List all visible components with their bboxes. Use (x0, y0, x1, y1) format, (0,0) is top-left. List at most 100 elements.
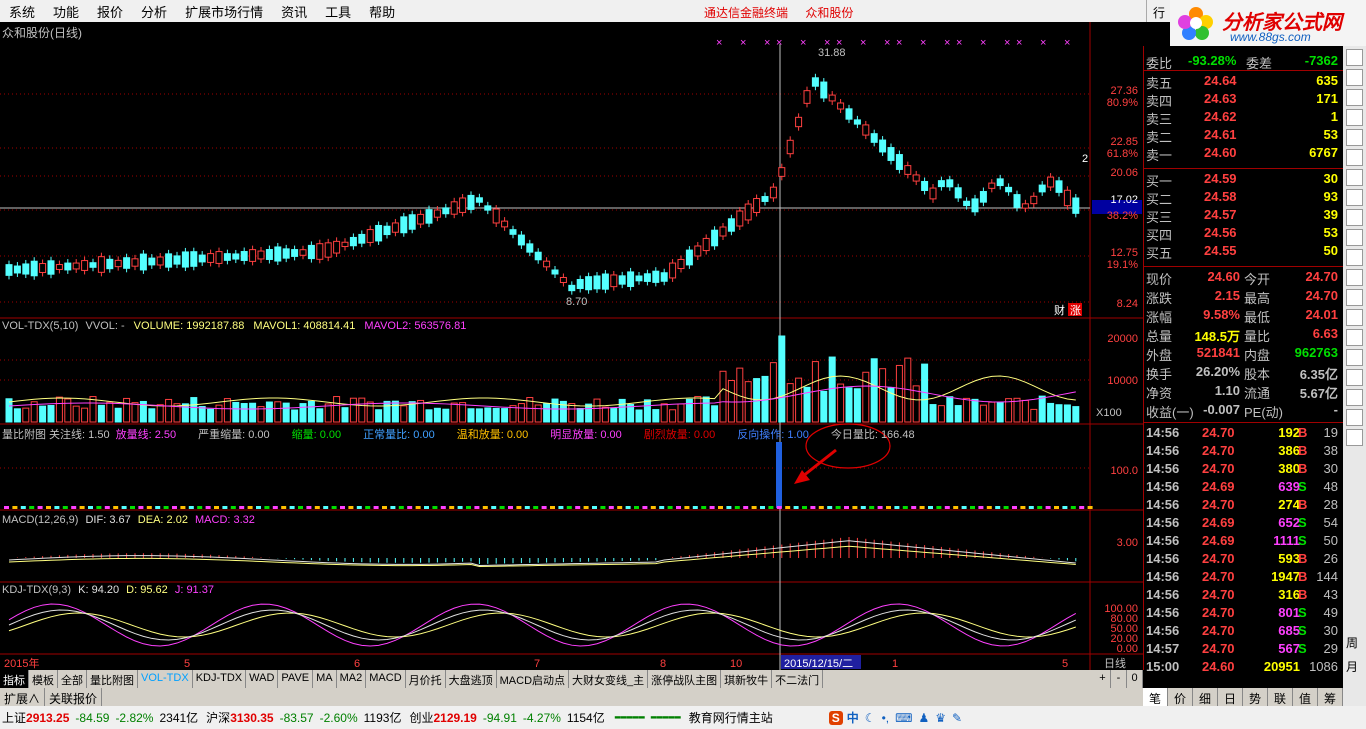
side-tool-icon[interactable] (1346, 229, 1363, 246)
side-tool-icon[interactable] (1346, 109, 1363, 126)
keyboard-icon[interactable]: ⌨ (895, 711, 912, 725)
indicator-tab[interactable]: 全部 (58, 670, 87, 688)
stat-label2: 最高 (1244, 291, 1271, 306)
indicator-tab[interactable]: 琪新牧牛 (721, 670, 773, 688)
volume-bar (618, 398, 626, 423)
panel-tab[interactable]: 联 (1268, 688, 1293, 706)
stat-value2: 6.63 (1312, 326, 1338, 341)
punct-icon[interactable]: •, (882, 711, 890, 725)
side-tool-icon[interactable] (1346, 269, 1363, 286)
indicator-tab[interactable]: MA (313, 670, 337, 688)
side-tool-icon[interactable] (1346, 409, 1363, 426)
indicator-tab[interactable]: VOL-TDX (138, 670, 193, 688)
side-tool-icon[interactable] (1346, 89, 1363, 106)
candle-body (988, 182, 996, 189)
menu-item-7[interactable]: 帮助 (360, 2, 404, 21)
indicator-tab[interactable]: MACD (366, 670, 406, 688)
candle-body (895, 154, 903, 170)
period-button[interactable]: 周 (1346, 634, 1358, 651)
indicator-tab[interactable]: MA2 (337, 670, 367, 688)
buy-row-3: 买四 24.56 53 (1144, 224, 1344, 243)
candle-body (1047, 176, 1055, 188)
menu-item-2[interactable]: 报价 (88, 2, 132, 21)
panel-tab[interactable]: 筹 (1318, 688, 1343, 706)
menu-item-5[interactable]: 资讯 (272, 2, 316, 21)
indicator-tab[interactable]: 涨停战队主图 (648, 670, 722, 688)
indicator-tab[interactable]: 模板 (29, 670, 58, 688)
time-label: 2015年 (4, 656, 39, 670)
period-button[interactable]: 月 (1346, 658, 1358, 675)
indicator-tab[interactable]: 指标 (0, 670, 29, 688)
moon-icon[interactable]: ☾ (865, 711, 876, 725)
menu-item-0[interactable]: 系统 (0, 2, 44, 21)
side-tool-icon[interactable] (1346, 249, 1363, 266)
extend-tab[interactable]: 扩展∧ (0, 688, 46, 706)
lbft-baseline-mark (457, 506, 463, 509)
candle-body (509, 229, 517, 235)
side-tool-icon[interactable] (1346, 349, 1363, 366)
kdj-title: KDJ-TDX(9,3) K: 94.20 D: 95.62 J: 91.37 (2, 584, 214, 596)
stat-value: -0.007 (1203, 402, 1240, 417)
lbft-baseline-mark (844, 506, 849, 509)
volume-bar (517, 403, 525, 423)
panel-tab[interactable]: 价 (1168, 688, 1193, 706)
side-tool-icon[interactable] (1346, 369, 1363, 386)
chart-canvas[interactable]: 27.3680.9% 22.8561.8% 20.06 17.02 38.2% 12.75… (0, 22, 1143, 670)
candle-body (282, 248, 290, 259)
kdj-k: K: 94.20 (78, 584, 120, 596)
panel-tab[interactable]: 细 (1193, 688, 1218, 706)
panel-tab[interactable]: 值 (1293, 688, 1318, 706)
tick-vol: 567 (1278, 641, 1300, 656)
stat-label2: 内盘 (1244, 348, 1271, 363)
indicator-tab[interactable]: 大财女变线_主 (569, 670, 649, 688)
indicator-tab[interactable]: KDJ-TDX (193, 670, 247, 688)
menu-item-1[interactable]: 功能 (44, 2, 88, 21)
indicator-tab[interactable]: 量比附图 (87, 670, 138, 688)
side-tool-icon[interactable] (1346, 169, 1363, 186)
user-icon[interactable]: ♟ (918, 711, 929, 725)
menu-item-4[interactable]: 扩展市场行情 (176, 2, 272, 21)
sz-value: 3130.35 (230, 710, 274, 725)
side-tool-icon[interactable] (1346, 69, 1363, 86)
window-button[interactable]: 行 (1146, 0, 1170, 22)
panel-tab[interactable]: 笔 (1143, 688, 1168, 706)
zoom-button[interactable]: - (1111, 670, 1127, 688)
menu-item-3[interactable]: 分析 (132, 2, 176, 21)
side-tool-icon[interactable] (1346, 49, 1363, 66)
side-tool-icon[interactable] (1346, 389, 1363, 406)
tick-price: 24.70 (1202, 641, 1235, 656)
shirt-icon[interactable]: ♛ (935, 711, 946, 725)
panel-tab[interactable]: 日 (1218, 688, 1243, 706)
sogou-input-icon[interactable]: S (828, 710, 843, 725)
wrench-icon[interactable]: ✎ (952, 711, 962, 725)
chart-area[interactable]: 27.36 80.9% 22.85 61.8% 20.06 17.02 38.2% 12.75… (0, 22, 1143, 670)
panel-tab[interactable]: 势 (1243, 688, 1268, 706)
tick-price: 24.70 (1202, 425, 1235, 440)
stat-label: 涨跌 (1146, 291, 1173, 306)
indicator-tab[interactable]: 月价托 (406, 670, 446, 688)
side-tool-icon[interactable] (1346, 429, 1363, 446)
lbft-baseline-mark (440, 506, 446, 509)
indicator-tab[interactable]: PAVE (278, 670, 314, 688)
panel-divider (1144, 70, 1344, 71)
signal-marker: × (884, 37, 890, 49)
zoom-button[interactable]: 0 (1127, 670, 1143, 688)
volume-bar (946, 396, 954, 423)
side-tool-icon[interactable] (1346, 149, 1363, 166)
indicator-tab[interactable]: 大盘逃顶 (446, 670, 497, 688)
indicator-tab[interactable]: WAD (246, 670, 279, 688)
server-name[interactable]: 教育网行情主站 (689, 709, 773, 726)
side-tool-icon[interactable] (1346, 189, 1363, 206)
side-tool-icon[interactable] (1346, 289, 1363, 306)
side-tool-icon[interactable] (1346, 329, 1363, 346)
extend-tab[interactable]: 关联报价 (45, 688, 103, 706)
ime-mode-icon[interactable]: 中 (847, 709, 859, 726)
menu-item-6[interactable]: 工具 (316, 2, 360, 21)
indicator-tab[interactable]: MACD启动点 (497, 670, 570, 688)
indicator-tab[interactable]: 不二法门 (772, 670, 824, 688)
side-tool-icon[interactable] (1346, 309, 1363, 326)
zoom-button[interactable]: + (1095, 670, 1111, 688)
candle-body (501, 220, 509, 228)
side-tool-icon[interactable] (1346, 209, 1363, 226)
side-tool-icon[interactable] (1346, 129, 1363, 146)
